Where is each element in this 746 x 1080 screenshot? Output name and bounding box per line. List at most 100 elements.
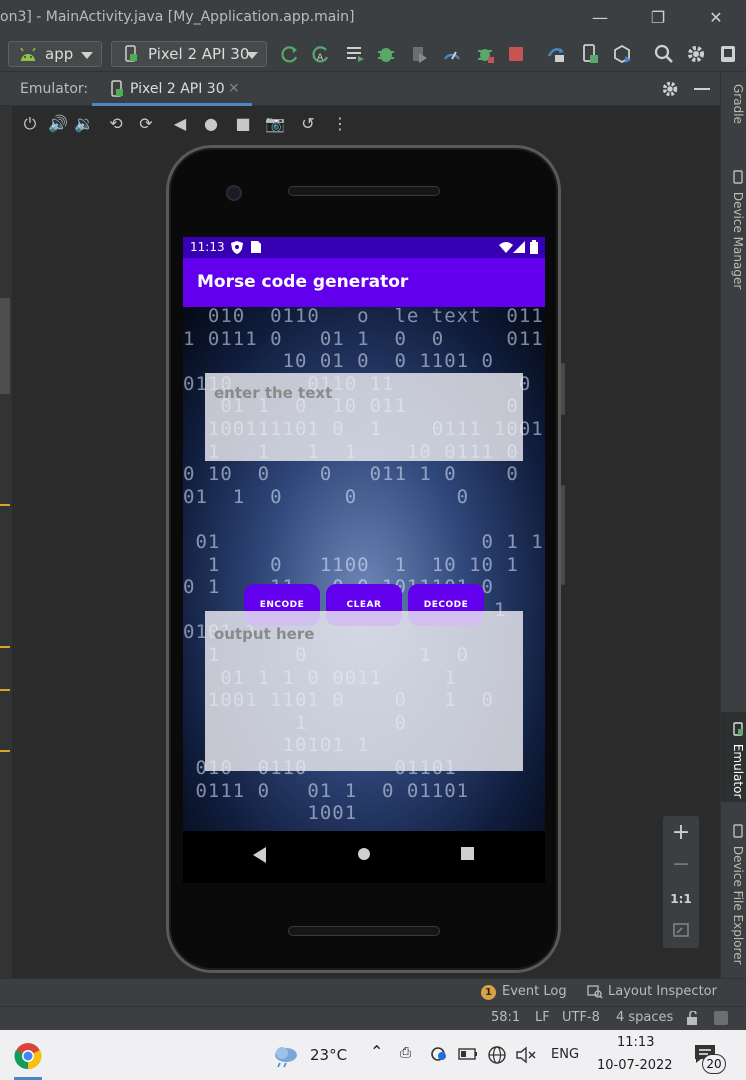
overview-icon[interactable] (461, 847, 474, 860)
phone-screen: 11:13 Morse code generator 010 0110 o le… (183, 237, 545, 883)
binary-text-row: 0 10 0 0 011 1 0 0 1 0 (183, 463, 545, 486)
home-icon[interactable] (357, 847, 371, 861)
indent-setting[interactable]: 4 spaces (616, 1010, 673, 1025)
change-marker (0, 689, 10, 691)
emulator-controls: ⏻ 🔊 🔉 ⟲ ⟳ ◀ ● ■ 📷 ↺ ⋮ (12, 106, 720, 142)
device-select[interactable]: Pixel 2 API 30 (111, 41, 267, 67)
weather-icon[interactable] (272, 1044, 300, 1068)
camera-icon[interactable]: 📷 (265, 114, 285, 134)
language-indicator[interactable]: ENG (551, 1047, 579, 1062)
lock-icon[interactable] (686, 1011, 700, 1025)
gradle-tab[interactable]: Gradle (723, 84, 745, 124)
run-list-icon[interactable] (345, 44, 365, 64)
battery-icon[interactable] (458, 1048, 478, 1060)
attach-debugger-icon[interactable] (409, 44, 429, 64)
caret-position[interactable]: 58:1 (491, 1010, 520, 1025)
change-marker (0, 750, 10, 752)
sync-gradle-icon[interactable] (546, 44, 566, 64)
emulator-tab[interactable]: Emulator (723, 722, 745, 798)
zoom-in-button[interactable]: + (663, 820, 699, 845)
device-icon (111, 80, 123, 97)
home-icon[interactable]: ● (201, 114, 221, 134)
debug-bug-icon[interactable] (475, 44, 495, 64)
binary-text-row: 01 1 0 0 0 01 (183, 485, 545, 508)
debug-icon[interactable] (376, 44, 396, 64)
android-status-bar: 11:13 (183, 237, 545, 258)
search-icon[interactable] (654, 44, 674, 64)
clock-date[interactable]: 10-07-2022 (597, 1058, 673, 1073)
device-manager-tab[interactable]: Device Manager (723, 170, 745, 289)
hide-panel-icon[interactable] (694, 88, 710, 90)
git-icon[interactable] (713, 1010, 729, 1026)
scrollbar-thumb[interactable] (0, 298, 10, 394)
android-icon (20, 48, 36, 61)
rotate-right-icon[interactable]: ⟳ (136, 114, 156, 134)
chevron-up-icon[interactable]: ⌃ (370, 1042, 383, 1061)
earpiece-speaker (288, 186, 440, 196)
bottom-speaker (288, 926, 440, 936)
line-separator[interactable]: LF (535, 1010, 550, 1025)
sim-card-icon (251, 241, 261, 253)
sdk-manager-icon[interactable] (612, 44, 632, 64)
close-button[interactable]: ✕ (701, 6, 731, 30)
chrome-icon[interactable] (14, 1042, 42, 1070)
device-manager-icon[interactable] (580, 44, 600, 64)
device-icon (125, 45, 137, 62)
speaker-muted-icon[interactable] (516, 1046, 538, 1064)
emulator-icon (733, 722, 743, 736)
fit-screen-icon[interactable] (673, 923, 689, 937)
file-encoding[interactable]: UTF-8 (562, 1010, 600, 1025)
actual-size-button[interactable]: 1:1 (663, 892, 699, 906)
binary-text-row: 10 01 0 0 1101 0 (183, 350, 494, 373)
back-icon[interactable] (253, 847, 267, 863)
run-config-select[interactable]: app (8, 41, 102, 67)
volume-down-icon[interactable]: 🔉 (74, 114, 94, 134)
android-nav-bar (183, 831, 545, 883)
binary-text-row: 1 0111 0 01 1 0 0 01101 (183, 327, 545, 350)
snapshot-icon[interactable]: ↺ (298, 114, 318, 134)
profiler-icon[interactable] (442, 44, 462, 64)
clock-time[interactable]: 11:13 (617, 1035, 654, 1050)
output-field[interactable]: output here (205, 611, 523, 771)
right-tool-strip: Gradle Device Manager Emulator Device Fi… (720, 72, 746, 978)
binary-text-row: 0111 0 01 1 0 01101 (183, 779, 470, 802)
main-toolbar: app Pixel 2 API 30 A (0, 36, 746, 72)
gradle-label: Gradle (731, 84, 745, 124)
apply-changes-restart-icon[interactable] (280, 44, 300, 64)
overview-icon[interactable]: ■ (233, 114, 253, 134)
more-icon[interactable]: ⋮ (330, 114, 350, 134)
tab-pixel-2-api-30[interactable]: Pixel 2 API 30 × (92, 72, 252, 106)
power-icon[interactable]: ⏻ (20, 114, 40, 134)
wifi-icon (499, 242, 513, 253)
maximize-button[interactable]: ❐ (643, 6, 673, 30)
run-config-label: app (45, 45, 74, 63)
camera-icon[interactable]: ⎙ (400, 1045, 411, 1061)
stop-icon[interactable] (506, 44, 526, 64)
minimize-button[interactable]: — (585, 6, 615, 30)
gear-icon[interactable] (661, 80, 679, 98)
binary-text-row: 010 0110 o le text 01101 (183, 307, 545, 327)
zoom-out-button[interactable]: − (663, 852, 699, 877)
back-icon[interactable]: ◀ (170, 114, 190, 134)
device-icon (733, 170, 743, 184)
layout-inspector-button[interactable]: Layout Inspector (608, 984, 717, 999)
event-log-button[interactable]: Event Log (502, 984, 567, 999)
close-icon[interactable]: × (228, 80, 240, 96)
temperature[interactable]: 23°C (310, 1046, 347, 1064)
binary-text-row: 01 0 1 1 (183, 531, 544, 553)
tab-label: Pixel 2 API 30 (130, 81, 225, 97)
apply-code-changes-icon[interactable]: A (311, 44, 331, 64)
app-bar: Morse code generator (183, 258, 545, 307)
text-input[interactable]: enter the text (205, 373, 523, 461)
volume-up-icon[interactable]: 🔊 (48, 114, 68, 134)
android-studio-icon[interactable] (718, 44, 738, 64)
onedrive-icon[interactable] (428, 1046, 448, 1062)
device-file-explorer-tab[interactable]: Device File Explorer (723, 824, 745, 965)
shield-icon (231, 241, 243, 254)
gear-icon[interactable] (686, 44, 706, 64)
rotate-left-icon[interactable]: ⟲ (106, 114, 126, 134)
window-title: on3] - MainActivity.java [My_Application… (0, 9, 355, 25)
device-label: Pixel 2 API 30 (148, 45, 250, 63)
network-globe-icon[interactable] (487, 1045, 507, 1065)
chevron-down-icon (81, 52, 93, 59)
